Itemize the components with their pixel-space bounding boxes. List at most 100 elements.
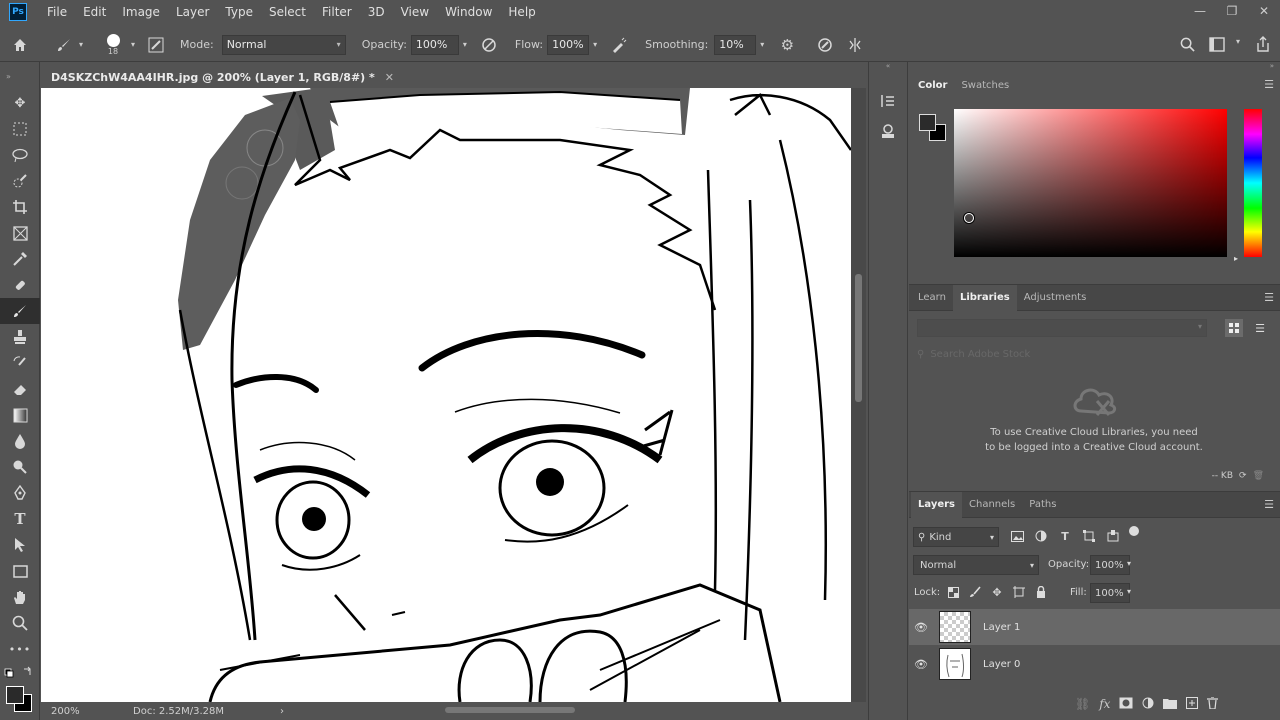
menu-view[interactable]: View [393,0,437,24]
pixel-layer-filter-icon[interactable] [1009,528,1025,544]
mode-select[interactable]: Normal ▾ [221,34,346,55]
layer-1-name[interactable]: Layer 1 [983,622,1020,633]
smart-object-filter-icon[interactable] [1105,528,1121,544]
layer-style-icon[interactable]: fx [1099,697,1110,712]
tab-color[interactable]: Color [911,72,955,98]
symmetry-icon[interactable] [842,37,868,53]
lock-artboard-icon[interactable] [1011,584,1027,600]
grid-view-icon[interactable] [1225,319,1243,337]
stock-search[interactable]: ⚲ Search Adobe Stock [917,349,1030,360]
menu-window[interactable]: Window [437,0,500,24]
tab-paths[interactable]: Paths [1022,492,1063,518]
brush-settings-panel-icon[interactable] [146,37,166,53]
layer-filter-select[interactable]: ⚲ Kind ▾ [913,527,999,547]
pen-tool-icon[interactable] [0,480,40,506]
foreground-background-color-swatch[interactable] [4,684,34,714]
sync-icon[interactable]: ⟳ [1239,471,1247,481]
new-layer-icon[interactable] [1186,697,1199,712]
marquee-tool-icon[interactable] [0,116,40,142]
gradient-tool-icon[interactable] [0,402,40,428]
hand-tool-icon[interactable] [0,584,40,610]
artwork[interactable] [41,88,851,702]
new-group-icon[interactable] [1163,697,1178,712]
layer-0-name[interactable]: Layer 0 [983,659,1020,670]
document-tab[interactable]: D4SKZChW4AA4IHR.jpg @ 200% (Layer 1, RGB… [41,66,866,88]
tab-layers[interactable]: Layers [911,491,962,518]
lock-position-icon[interactable]: ✥ [989,584,1005,600]
gear-icon[interactable]: ⚙ [774,36,800,54]
eye-icon[interactable]: 👁 [909,621,933,634]
collapse-toolbar-icon[interactable]: » [0,62,39,90]
type-tool-icon[interactable]: T [0,506,40,532]
lock-pixels-icon[interactable] [967,584,983,600]
workspace-icon[interactable] [1208,37,1226,52]
list-view-icon[interactable]: ☰ [1251,319,1269,337]
path-selection-tool-icon[interactable] [0,532,40,558]
panel-menu-icon[interactable]: ☰ [1264,78,1274,91]
move-tool-icon[interactable]: ✥ [0,90,40,116]
zoom-level[interactable]: 200% [51,706,111,717]
crop-tool-icon[interactable] [0,194,40,220]
airbrush-icon[interactable] [607,37,631,53]
search-icon[interactable] [1178,37,1196,52]
eye-icon[interactable]: 👁 [909,658,933,671]
flow-input[interactable]: 100% [547,34,590,55]
smoothing-input[interactable]: 10% [714,34,757,55]
menu-help[interactable]: Help [500,0,543,24]
layer-blend-mode-select[interactable]: Normal ▾ [913,555,1039,575]
brush-preset-picker[interactable]: 18 [98,33,128,56]
library-select[interactable]: ▾ [917,319,1207,337]
flow-chevron-icon[interactable]: ▾ [589,40,601,49]
tab-learn[interactable]: Learn [911,285,953,311]
layer-row-layer-1[interactable]: 👁 Layer 1 [909,609,1280,645]
menu-select[interactable]: Select [261,0,314,24]
properties-panel-icon[interactable] [869,118,907,144]
healing-brush-tool-icon[interactable] [0,272,40,298]
tool-preset-chevron-icon[interactable]: ▾ [74,40,88,49]
dodge-tool-icon[interactable] [0,454,40,480]
opacity-chevron-icon[interactable]: ▾ [459,40,471,49]
share-icon[interactable] [1254,36,1272,52]
menu-type[interactable]: Type [217,0,261,24]
foreground-color-swatch[interactable] [6,686,24,704]
collapse-panels-icon[interactable]: » [909,62,1280,72]
menu-file[interactable]: File [39,0,75,24]
fill-chevron-icon[interactable]: ▾ [1127,587,1131,596]
type-layer-filter-icon[interactable]: T [1057,528,1073,544]
menu-edit[interactable]: Edit [75,0,114,24]
lock-transparent-icon[interactable] [945,584,961,600]
collapse-dock-icon[interactable]: « [869,62,907,70]
hue-slider-handle-icon[interactable]: ▸ [1234,254,1238,263]
trash-icon[interactable]: 🗑 [1253,471,1264,481]
filter-toggle-icon[interactable] [1129,526,1139,536]
smoothing-chevron-icon[interactable]: ▾ [756,40,768,49]
pressure-opacity-icon[interactable] [477,37,501,53]
tab-channels[interactable]: Channels [962,492,1022,518]
color-field[interactable] [954,109,1227,257]
layer-opacity-input[interactable]: 100% [1090,555,1130,575]
restore-button[interactable]: ❐ [1216,0,1248,22]
adjustment-layer-filter-icon[interactable] [1033,528,1049,544]
brush-preset-chevron-icon[interactable]: ▾ [128,40,138,49]
tab-libraries[interactable]: Libraries [952,284,1017,311]
color-foreground-swatch[interactable] [919,114,936,131]
eyedropper-tool-icon[interactable] [0,246,40,272]
home-icon[interactable] [0,37,40,53]
horizontal-scrollbar[interactable] [290,705,850,717]
default-colors-icon[interactable] [4,666,34,680]
zoom-tool-icon[interactable] [0,610,40,636]
color-fg-bg-swatch[interactable] [919,114,947,142]
status-menu-arrow[interactable]: › [280,706,284,717]
history-panel-icon[interactable] [869,84,907,118]
workspace-chevron-icon[interactable]: ▾ [1232,37,1244,46]
close-window-button[interactable]: ✕ [1248,0,1280,22]
quick-selection-tool-icon[interactable] [0,168,40,194]
hue-slider[interactable] [1244,109,1262,257]
delete-layer-icon[interactable] [1207,696,1219,712]
brush-tool-icon[interactable] [54,37,74,53]
vertical-scroll-thumb[interactable] [855,274,862,402]
layer-row-layer-0[interactable]: 👁 Layer 0 [909,646,1280,682]
lasso-tool-icon[interactable] [0,142,40,168]
frame-tool-icon[interactable] [0,220,40,246]
horizontal-scroll-thumb[interactable] [445,707,575,713]
